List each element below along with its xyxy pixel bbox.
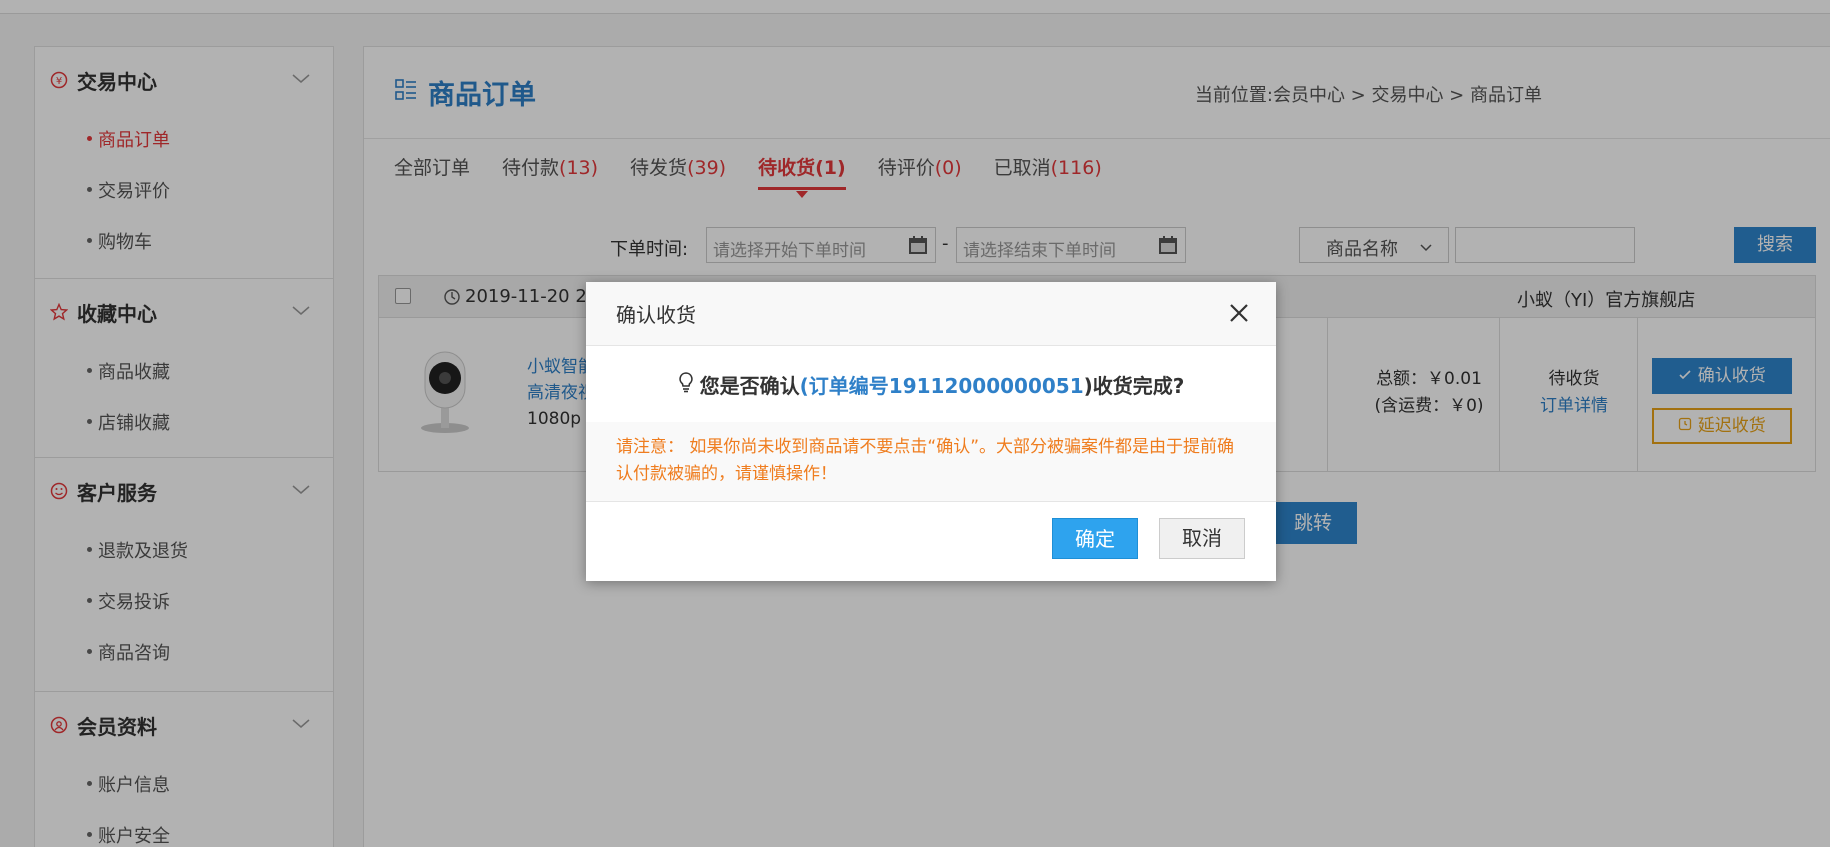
dialog-question: 您是否确认 (订单编号19112000000051)收货完成?	[586, 346, 1276, 422]
close-icon[interactable]	[1228, 302, 1250, 329]
question-text: )收货完成?	[1083, 373, 1185, 398]
ok-button[interactable]: 确定	[1052, 518, 1138, 559]
cancel-button[interactable]: 取消	[1159, 518, 1245, 559]
dialog-title: 确认收货	[616, 303, 696, 327]
dialog-buttons: 确定 取消	[586, 502, 1276, 580]
lightbulb-icon	[678, 371, 694, 398]
dialog-header: 确认收货	[586, 282, 1276, 346]
dialog-warning: 请注意： 如果你尚未收到商品请不要点击“确认”。大部分被骗案件都是由于提前确认付…	[586, 422, 1276, 502]
order-number: (订单编号19112000000051	[799, 373, 1084, 398]
question-text: 您是否确认	[699, 373, 800, 398]
confirm-receipt-dialog: 确认收货 您是否确认 (订单编号19112000000051)收货完成? 请注意：…	[586, 282, 1276, 581]
